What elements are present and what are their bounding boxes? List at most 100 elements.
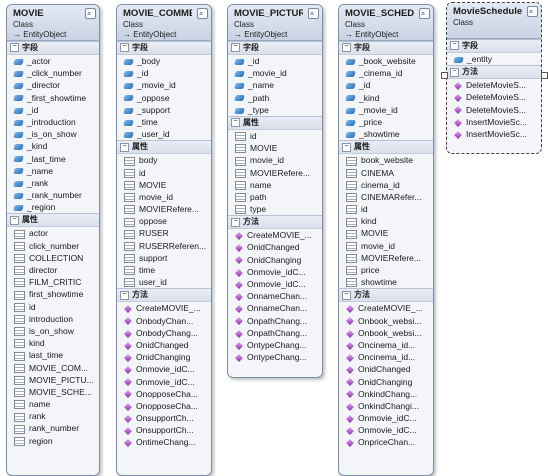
member-row-prop[interactable]: user_id <box>117 276 211 288</box>
section-header-prop[interactable]: − 属性 <box>7 213 99 228</box>
member-row-prop[interactable]: region <box>7 435 99 447</box>
member-row-field[interactable]: _id <box>7 104 99 116</box>
member-row-method[interactable]: OnpriceChan... <box>339 436 433 448</box>
member-row-method[interactable]: InsertMovieSc... <box>447 116 541 128</box>
member-row-field[interactable]: _time <box>117 116 211 128</box>
member-row-prop[interactable]: id <box>228 130 322 142</box>
member-row-prop[interactable]: MOVIE_COM... <box>7 362 99 374</box>
member-row-method[interactable]: Onbook_websi... <box>339 315 433 327</box>
section-toggle-icon[interactable]: − <box>231 43 240 53</box>
section-toggle-icon[interactable]: − <box>342 290 351 300</box>
section-header-field[interactable]: − 字段 <box>339 41 433 55</box>
member-row-prop[interactable]: movie_id <box>117 191 211 203</box>
member-row-field[interactable]: _oppose <box>117 92 211 104</box>
member-row-prop[interactable]: MOVIE_SCHE... <box>7 386 99 398</box>
member-row-method[interactable]: OnkindChang... <box>339 388 433 400</box>
member-row-prop[interactable]: book_website <box>339 154 433 166</box>
member-row-prop[interactable]: MOVIE_PICTU... <box>7 374 99 386</box>
collapse-chevron-icon[interactable]: » <box>85 8 96 19</box>
section-header-method[interactable]: − 方法 <box>447 65 541 80</box>
member-row-method[interactable]: OnidChanged <box>228 241 322 253</box>
member-row-prop[interactable]: introduction <box>7 313 99 325</box>
member-row-field[interactable]: _movie_id <box>117 79 211 91</box>
member-row-field[interactable]: _entity <box>447 53 541 65</box>
member-row-method[interactable]: Onmovie_idC... <box>117 376 211 388</box>
member-row-method[interactable]: Onbook_websi... <box>339 327 433 339</box>
class-box-movie[interactable]: MOVIE Class → EntityObject» − 字段 _actor _click… <box>6 4 100 476</box>
section-toggle-icon[interactable]: − <box>231 118 240 128</box>
class-box-movie-schedule[interactable]: MOVIE_SCHEDULEClass→ EntityObject»−字段_bo… <box>338 4 434 476</box>
member-row-method[interactable]: OnbodyChang... <box>117 327 211 339</box>
selection-handle[interactable] <box>441 72 448 79</box>
member-row-method[interactable]: DeleteMovieS... <box>447 91 541 103</box>
section-toggle-icon[interactable]: − <box>342 142 351 152</box>
member-row-prop[interactable]: MOVIERefere... <box>228 167 322 179</box>
member-row-prop[interactable]: time <box>117 264 211 276</box>
member-row-prop[interactable]: name <box>7 398 99 410</box>
section-toggle-icon[interactable]: − <box>450 67 459 77</box>
member-row-method[interactable]: Onmovie_idC... <box>339 424 433 436</box>
member-row-field[interactable]: _support <box>117 104 211 116</box>
class-box-movie-picture[interactable]: MOVIE_PICTUREClass→ EntityObject»−字段_id_… <box>227 4 323 378</box>
collapse-chevron-icon[interactable]: » <box>308 8 319 19</box>
section-header-field[interactable]: − 字段 <box>7 41 99 55</box>
section-header-field[interactable]: − 字段 <box>228 41 322 55</box>
class-box-movie-comment[interactable]: MOVIE_COMMENTClass→ EntityObject»−字段_bod… <box>116 4 212 476</box>
member-row-prop[interactable]: path <box>228 191 322 203</box>
member-row-field[interactable]: _showtime <box>339 128 433 140</box>
selection-handle[interactable] <box>541 72 548 79</box>
member-row-prop[interactable]: COLLECTION <box>7 252 99 264</box>
member-row-prop[interactable]: oppose <box>117 215 211 227</box>
member-row-method[interactable]: OnsupportCh... <box>117 424 211 436</box>
member-row-method[interactable]: OntypeChang... <box>228 339 322 351</box>
member-row-prop[interactable]: kind <box>7 337 99 349</box>
member-row-prop[interactable]: is_on_show <box>7 325 99 337</box>
member-row-method[interactable]: OntimeChang... <box>117 436 211 448</box>
member-row-prop[interactable]: type <box>228 203 322 215</box>
member-row-prop[interactable]: click_number <box>7 240 99 252</box>
section-header-method[interactable]: − 方法 <box>228 215 322 230</box>
member-row-prop[interactable]: rank <box>7 410 99 422</box>
member-row-field[interactable]: _movie_id <box>228 67 322 79</box>
member-row-prop[interactable]: actor <box>7 227 99 239</box>
class-box-movieschedule[interactable]: MovieSchedule Class» − 字段 _entity − 方法 DeleteMo… <box>446 2 542 154</box>
member-row-method[interactable]: DeleteMovieS... <box>447 104 541 116</box>
member-row-method[interactable]: CreateMOVIE_... <box>228 229 322 241</box>
member-row-prop[interactable]: MOVIE <box>228 142 322 154</box>
member-row-field[interactable]: _price <box>339 116 433 128</box>
member-row-prop[interactable]: MOVIE <box>117 179 211 191</box>
member-row-field[interactable]: _director <box>7 79 99 91</box>
member-row-prop[interactable]: MOVIERefere... <box>339 252 433 264</box>
section-toggle-icon[interactable]: − <box>10 215 19 225</box>
member-row-prop[interactable]: CINEMA <box>339 167 433 179</box>
section-toggle-icon[interactable]: − <box>10 43 19 53</box>
member-row-field[interactable]: _path <box>228 92 322 104</box>
member-row-field[interactable]: _id <box>228 55 322 67</box>
member-row-prop[interactable]: body <box>117 154 211 166</box>
member-row-field[interactable]: _id <box>117 67 211 79</box>
member-row-field[interactable]: _rank <box>7 177 99 189</box>
member-row-method[interactable]: CreateMOVIE_... <box>339 302 433 314</box>
member-row-prop[interactable]: name <box>228 179 322 191</box>
section-header-field[interactable]: − 字段 <box>447 39 541 53</box>
member-row-prop[interactable]: last_time <box>7 349 99 361</box>
member-row-field[interactable]: _body <box>117 55 211 67</box>
section-header-method[interactable]: − 方法 <box>117 288 211 303</box>
section-toggle-icon[interactable]: − <box>450 41 459 51</box>
section-toggle-icon[interactable]: − <box>231 217 240 227</box>
section-toggle-icon[interactable]: − <box>120 142 129 152</box>
section-header-method[interactable]: − 方法 <box>339 288 433 303</box>
member-row-method[interactable]: OnidChanging <box>339 376 433 388</box>
member-row-prop[interactable]: MOVIERefere... <box>117 203 211 215</box>
member-row-method[interactable]: OnpathChang... <box>228 315 322 327</box>
member-row-prop[interactable]: director <box>7 264 99 276</box>
section-header-prop[interactable]: − 属性 <box>117 140 211 155</box>
member-row-field[interactable]: _user_id <box>117 128 211 140</box>
member-row-method[interactable]: Oncinema_id... <box>339 339 433 351</box>
member-row-method[interactable]: DeleteMovieS... <box>447 79 541 91</box>
member-row-field[interactable]: _kind <box>7 140 99 152</box>
member-row-prop[interactable]: RUSERReferen... <box>117 240 211 252</box>
member-row-method[interactable]: CreateMOVIE_... <box>117 302 211 314</box>
section-toggle-icon[interactable]: − <box>120 290 129 300</box>
member-row-prop[interactable]: movie_id <box>339 240 433 252</box>
